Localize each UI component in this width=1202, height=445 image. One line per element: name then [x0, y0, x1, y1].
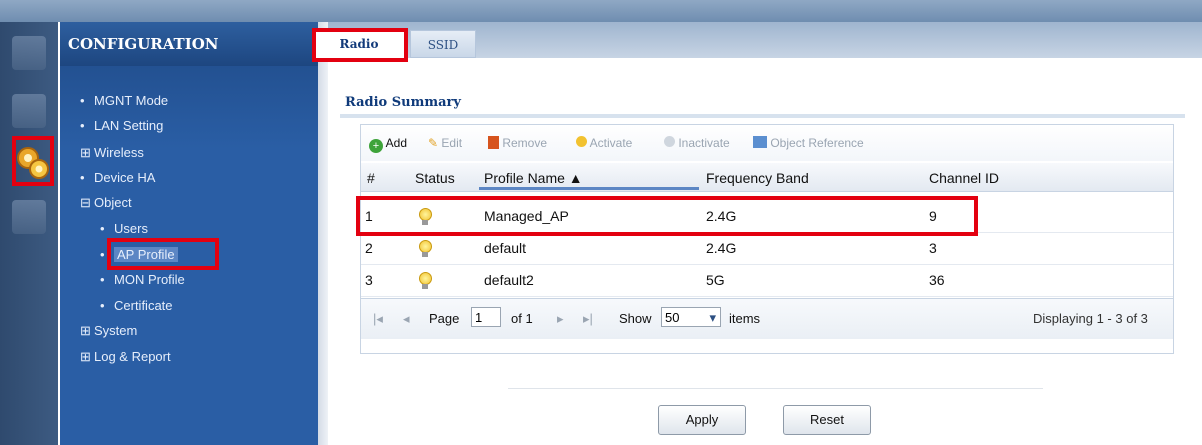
page-size-select[interactable]: 50 ▾: [661, 307, 721, 327]
trash-icon: [488, 136, 499, 149]
show-label: Show: [619, 311, 652, 326]
sidebar-item-lan-setting[interactable]: • LAN Setting: [80, 118, 163, 133]
sidebar-item-system[interactable]: ⊞ System: [80, 323, 137, 339]
sidebar-item-label: Wireless: [94, 145, 144, 160]
reset-button[interactable]: Reset: [783, 405, 871, 435]
dashboard-icon[interactable]: [12, 94, 46, 128]
bulb-off-icon: [664, 136, 675, 147]
sidebar-item-users[interactable]: • Users: [100, 221, 148, 236]
edit-button[interactable]: ✎ Edit: [428, 136, 462, 150]
sidebar-item-ap-profile[interactable]: • AP Profile: [100, 247, 178, 262]
pencil-icon: ✎: [428, 136, 439, 150]
table-row[interactable]: 3 default2 5G 36: [361, 264, 1173, 297]
column-header-status[interactable]: Status: [415, 170, 455, 186]
apply-button[interactable]: Apply: [658, 405, 746, 435]
inactivate-button[interactable]: Inactivate: [664, 136, 730, 150]
previous-page-icon[interactable]: ◂: [403, 311, 410, 327]
reference-icon: [753, 136, 767, 148]
footer-divider: [508, 388, 1043, 389]
next-page-icon[interactable]: ▸: [557, 311, 564, 327]
remove-button[interactable]: Remove: [488, 136, 547, 150]
sidebar-item-log-report[interactable]: ⊞ Log & Report: [80, 349, 171, 365]
sidebar-resize-handle[interactable]: [318, 22, 328, 445]
sort-indicator: [479, 187, 699, 190]
items-label: items: [729, 311, 761, 326]
displaying-status: Displaying 1 - 3 of 3: [1033, 311, 1148, 326]
sidebar-item-label: AP Profile: [114, 247, 178, 262]
sidebar-item-certificate[interactable]: • Certificate: [100, 298, 173, 313]
monitor-icon[interactable]: [12, 36, 46, 70]
top-banner: [0, 0, 1202, 22]
sidebar-item-wireless[interactable]: ⊞ Wireless: [80, 145, 144, 161]
sidebar-item-label: System: [94, 323, 138, 338]
last-page-icon[interactable]: ▸|: [583, 311, 593, 327]
sidebar-item-label: LAN Setting: [94, 118, 164, 133]
configuration-gear-icon[interactable]: [14, 144, 52, 182]
section-divider: [340, 114, 1185, 118]
sidebar-item-label: Users: [114, 221, 148, 236]
table-row[interactable]: 1 Managed_AP 2.4G 9: [361, 200, 1173, 233]
add-button[interactable]: + Add: [369, 136, 407, 153]
maintenance-icon[interactable]: [12, 200, 46, 234]
column-header-channel-id[interactable]: Channel ID: [929, 170, 999, 186]
table-header: # Status Profile Name ▲ Frequency Band C…: [361, 163, 1173, 192]
section-title: Radio Summary: [345, 95, 461, 110]
sidebar-item-label: MON Profile: [114, 272, 185, 287]
sidebar-item-label: Object: [94, 195, 132, 210]
sidebar-item-label: MGNT Mode: [94, 93, 169, 108]
page-label: Page: [429, 311, 460, 326]
column-header-profile-name[interactable]: Profile Name ▲: [484, 170, 583, 186]
sidebar-item-label: Certificate: [114, 298, 173, 313]
table-toolbar: + Add ✎ Edit Remove Activate Inactivate …: [361, 125, 1173, 161]
object-reference-button[interactable]: Object Reference: [753, 136, 864, 150]
add-icon: +: [369, 139, 383, 153]
bulb-icon: [419, 272, 432, 289]
sidebar-item-object[interactable]: ⊟ Object: [80, 195, 132, 211]
sidebar-item-label: Device HA: [94, 170, 156, 185]
sidebar-item-label: Log & Report: [94, 349, 171, 364]
sidebar-title: CONFIGURATION: [60, 22, 318, 66]
bulb-icon: [419, 240, 432, 257]
tab-ssid[interactable]: SSID: [410, 30, 476, 58]
page-input[interactable]: 1: [471, 307, 501, 327]
radio-summary-table: + Add ✎ Edit Remove Activate Inactivate …: [360, 124, 1174, 354]
first-page-icon[interactable]: |◂: [373, 311, 383, 327]
pagination-bar: |◂ ◂ Page 1 of 1 ▸ ▸| Show 50 ▾ items Dis…: [361, 298, 1173, 339]
bulb-icon: [419, 208, 432, 225]
sidebar: CONFIGURATION: [60, 22, 318, 445]
bulb-on-icon: [576, 136, 587, 147]
page-count: of 1: [511, 311, 533, 326]
icon-column: [0, 22, 58, 445]
table-row[interactable]: 2 default 2.4G 3: [361, 232, 1173, 265]
sidebar-item-mon-profile[interactable]: • MON Profile: [100, 272, 185, 287]
tab-radio[interactable]: Radio: [313, 30, 405, 58]
activate-button[interactable]: Activate: [576, 136, 632, 150]
sidebar-item-mgnt-mode[interactable]: • MGNT Mode: [80, 93, 168, 108]
column-header-frequency-band[interactable]: Frequency Band: [706, 170, 809, 186]
chevron-down-icon: ▾: [709, 310, 716, 325]
sidebar-item-device-ha[interactable]: • Device HA: [80, 170, 155, 185]
column-header-number[interactable]: #: [367, 170, 375, 186]
